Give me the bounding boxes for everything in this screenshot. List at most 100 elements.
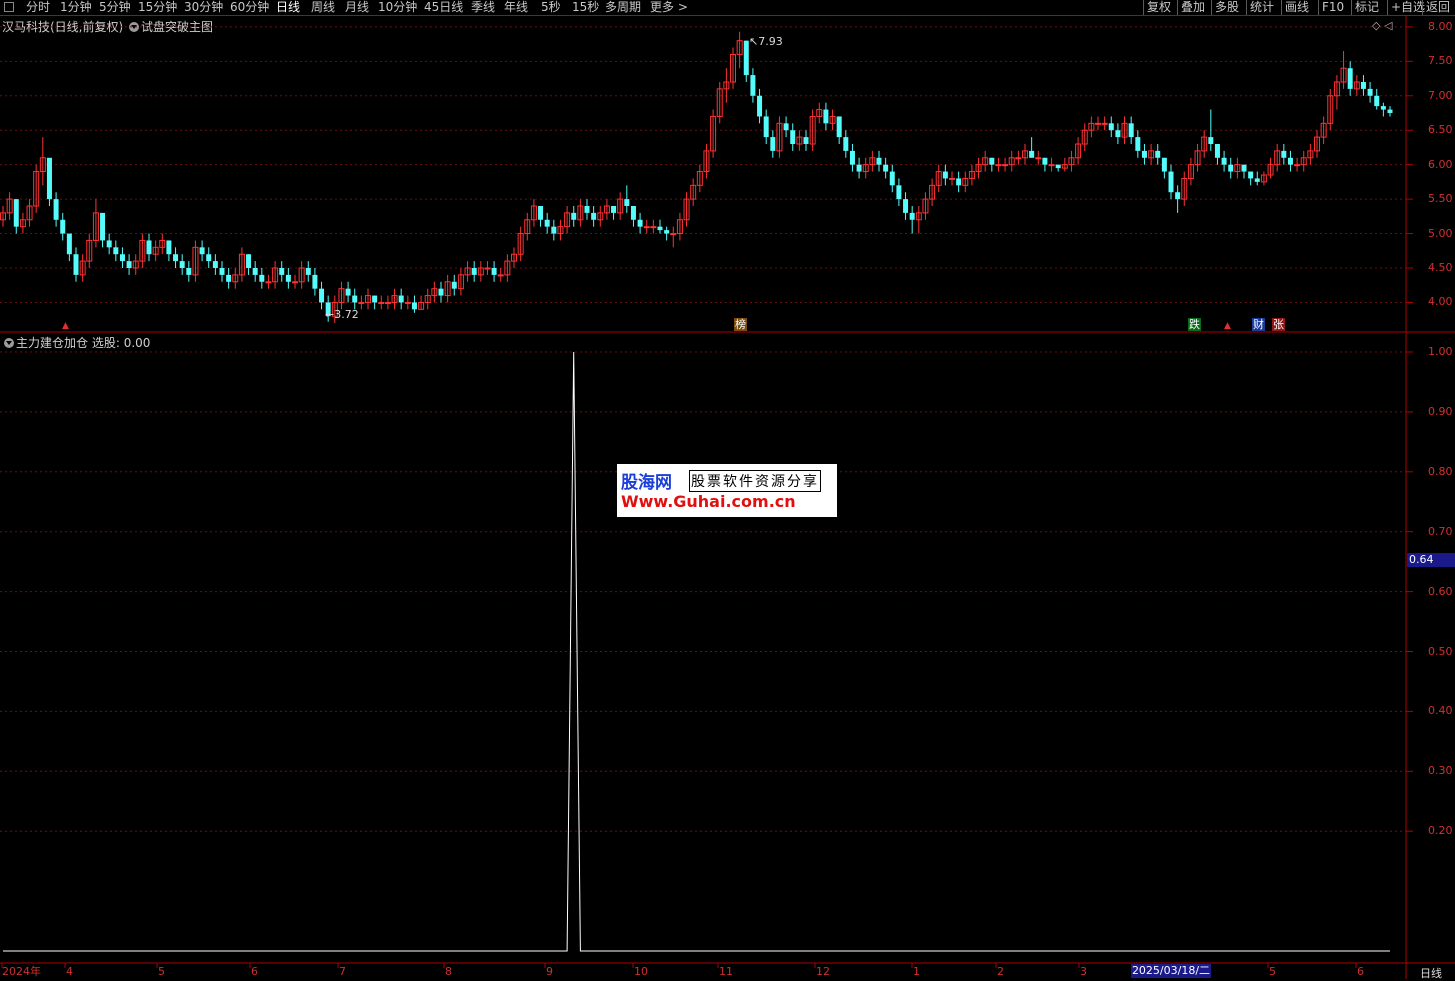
price-axis-label: 5.00 [1428, 226, 1453, 240]
candle-body-down [372, 295, 378, 303]
candle-body-up [1015, 157, 1022, 160]
candle-body-down [1367, 88, 1373, 96]
candle-body-down [100, 212, 106, 241]
candle-body-down [1128, 123, 1134, 138]
candle-body-up [1101, 122, 1108, 125]
price-axis-label: 6.00 [1428, 157, 1453, 171]
candle-body-down [1248, 171, 1254, 179]
candle-body-down [611, 206, 617, 213]
candle-body-down [285, 274, 291, 282]
candle-body-down [119, 254, 125, 262]
candle-body-down [226, 274, 232, 282]
sub-axis-label: 0.60 [1428, 584, 1453, 598]
candle-body-down [770, 137, 776, 151]
candle-body-down [312, 274, 318, 289]
candle-body-down [1221, 157, 1227, 165]
event-badge-zhang[interactable]: 张 [1272, 318, 1285, 331]
sub-axis-label: 0.20 [1428, 824, 1453, 838]
candle-body-down [823, 109, 829, 124]
candle-body-up [643, 226, 650, 229]
sub-axis-label: 0.80 [1428, 464, 1453, 478]
date-axis-label: 2 [997, 965, 1004, 978]
candle-body-down [630, 206, 636, 220]
candle-body-up [484, 267, 491, 270]
price-axis-label: 8.00 [1428, 19, 1453, 33]
high-price-value: 7.93 [758, 35, 783, 48]
candle-body-down [219, 268, 225, 275]
candle-body-up [670, 233, 677, 236]
candle-body-down [956, 178, 962, 186]
candle-body-down [903, 199, 909, 213]
candle-body-down [584, 206, 590, 213]
candle-body-down [783, 123, 789, 131]
candle-body-down [1281, 150, 1287, 158]
candle-body-down [179, 261, 185, 268]
candle-body-down [624, 199, 630, 206]
sub-axis-label: 0.50 [1428, 644, 1453, 658]
date-axis-label: 4 [66, 965, 73, 978]
candle-body-up [404, 301, 411, 304]
candle-body-down [942, 171, 948, 179]
candle-body-down [1161, 157, 1167, 172]
candle-body-down [113, 247, 119, 255]
candle-body-up [650, 226, 657, 229]
date-axis-label: 8 [445, 965, 452, 978]
event-badge-bang[interactable]: 榜 [734, 318, 747, 331]
sub-axis-label: 1.00 [1428, 345, 1453, 358]
date-axis-label: 5 [158, 965, 165, 978]
candle-body-down [1168, 171, 1174, 193]
candle-body-down [1254, 178, 1260, 182]
date-axis-label: 12 [816, 965, 830, 978]
candle-body-down [246, 254, 252, 268]
candle-body-down [889, 171, 895, 186]
price-axis-label: 4.50 [1428, 261, 1453, 274]
sub-axis-label: 0.90 [1428, 404, 1453, 418]
candle-body-up [1095, 122, 1101, 125]
sub-current-value-box: 0.64 [1407, 553, 1455, 567]
candle-body-down [664, 230, 670, 234]
date-axis-label: 3 [1080, 965, 1087, 978]
candle-body-down [883, 164, 889, 172]
event-badge-die[interactable]: 跌 [1188, 318, 1201, 331]
candle-body-down [1029, 150, 1035, 158]
candle-body-down [345, 288, 351, 296]
event-badge-cai[interactable]: 财 [1252, 318, 1265, 331]
candle-body-down [790, 130, 796, 144]
candle-body-down [1360, 82, 1366, 89]
marker-up-icon: ▲ [62, 321, 69, 331]
candle-body-up [1294, 164, 1301, 167]
candle-body-down [849, 150, 855, 165]
date-axis-label: 5 [1269, 965, 1276, 978]
candle-body-down [856, 164, 862, 172]
candle-body-up [497, 274, 504, 277]
candle-body-down [1042, 157, 1048, 165]
candle-body-down [398, 295, 404, 303]
candle-body-down [451, 281, 457, 289]
candle-body-down [126, 261, 132, 268]
candle-body-up [995, 164, 1002, 167]
candle-body-down [1374, 95, 1380, 107]
candle-body-down [1141, 150, 1147, 158]
candle-body-down [750, 75, 756, 96]
candle-body-down [757, 95, 763, 117]
candle-body-down [319, 288, 325, 303]
date-axis-label: 10 [634, 965, 648, 978]
candle-body-down [60, 219, 66, 234]
candle-body-up [1035, 157, 1042, 160]
candle-body-down [1115, 130, 1121, 138]
high-price-annotation: ↖7.93 [749, 35, 783, 48]
candle-body-down [66, 233, 72, 255]
candle-body-down [53, 199, 59, 220]
candle-body-down [166, 240, 172, 255]
candle-body-down [1135, 137, 1141, 151]
candle-body-down [1228, 164, 1234, 172]
candle-body-up [384, 301, 391, 304]
watermark-logo: 股海网 [621, 473, 672, 493]
candle-body-up [265, 281, 272, 284]
candle-body-down [1208, 137, 1214, 144]
date-axis-label: 2024年 [2, 965, 41, 978]
price-axis-label: 5.50 [1428, 192, 1453, 206]
sub-axis-label: 0.30 [1428, 764, 1453, 778]
date-axis-label: 7 [339, 965, 346, 978]
watermark-banner: 股海网 股票软件资源分享 Www.Guhai.com.cn [617, 464, 837, 517]
